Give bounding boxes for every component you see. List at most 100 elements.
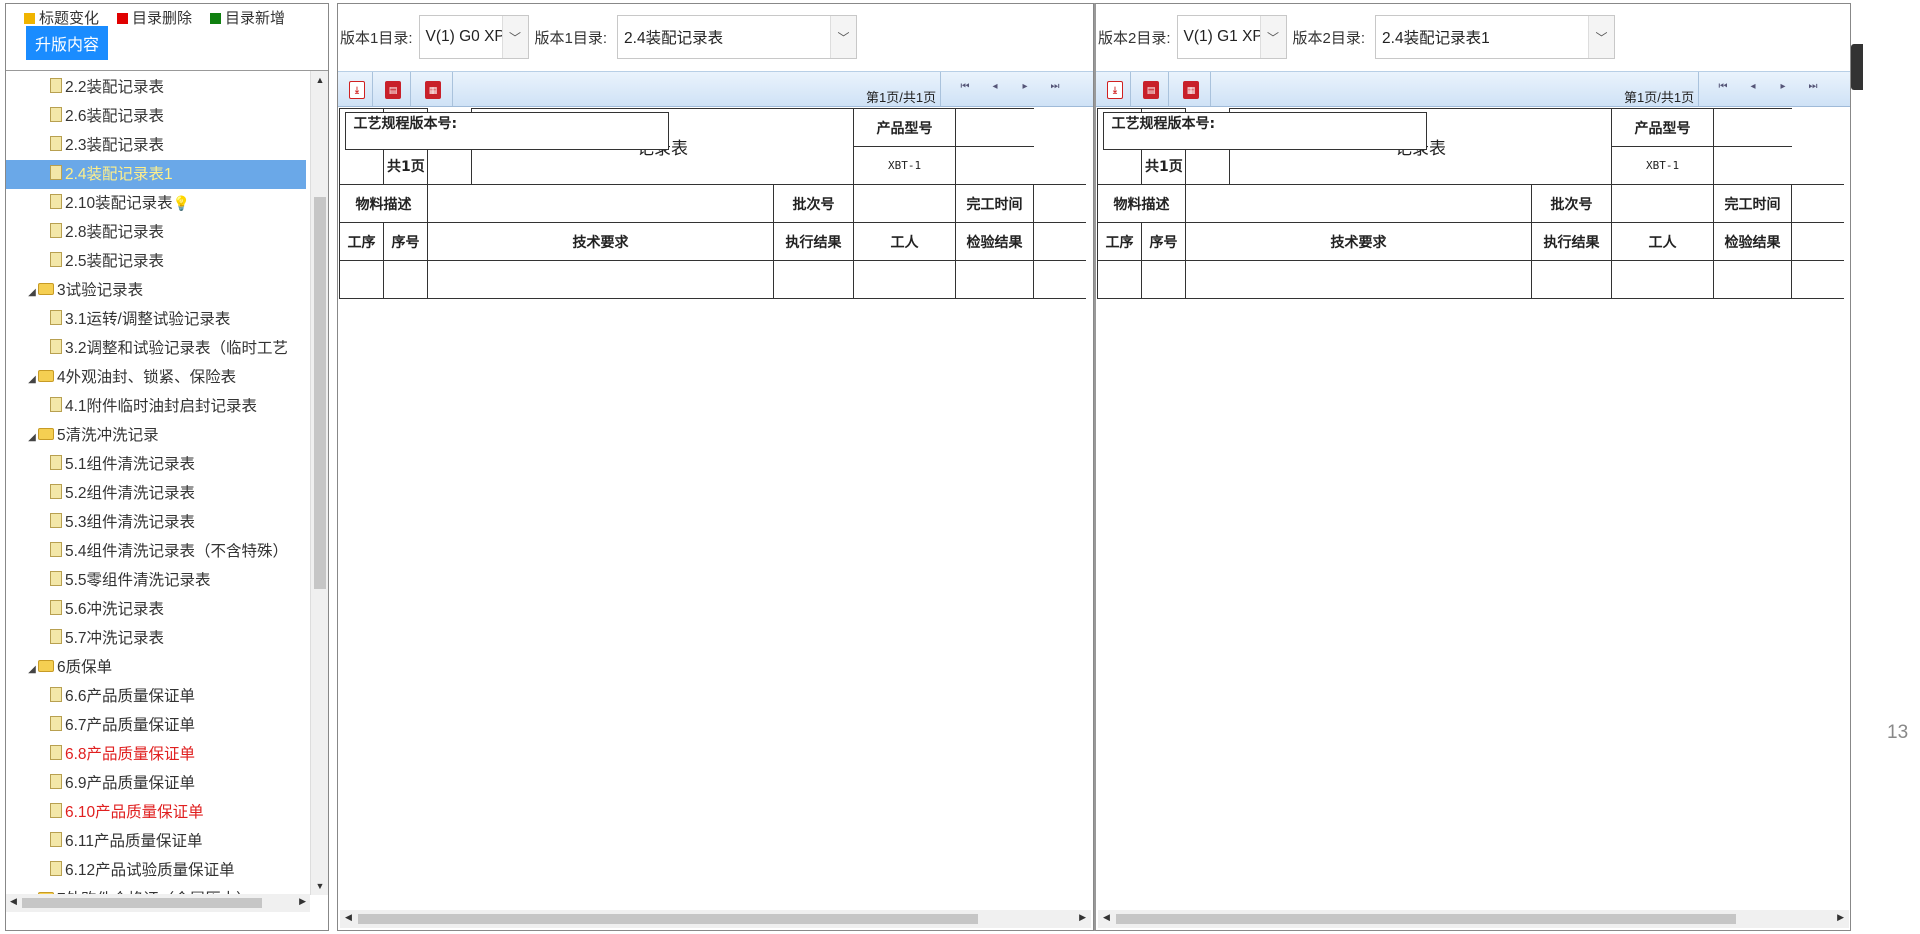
tree-file-item[interactable]: 5.5零组件清洗记录表 <box>6 566 306 595</box>
col-seq: 序号 <box>383 222 428 261</box>
sheet-material-row: 物料描述 批次号 完工时间 <box>1097 184 1844 223</box>
tree-file-item[interactable]: 5.4组件清洗记录表（不含特殊） <box>6 537 306 566</box>
chevron-down-icon[interactable]: ﹀ <box>830 16 857 58</box>
pane-header: 版本1目录: V(1) G0 XP( ﹀ 版本1目录: 2.4装配记录表 ﹀ <box>338 14 1093 60</box>
document-icon <box>50 165 62 181</box>
export-pdf-button[interactable]: ⤓ <box>1102 78 1128 102</box>
tree-item-label: 2.6装配记录表 <box>65 108 165 125</box>
tree-file-item[interactable]: 3.2调整和试验记录表（临时工艺 <box>6 334 306 363</box>
product-model-value: XBT-1 <box>1611 146 1715 185</box>
document-icon <box>50 803 62 819</box>
first-page-icon[interactable]: ⏮ <box>1714 81 1732 97</box>
document-icon <box>50 542 62 558</box>
tree-horizontal-scrollbar[interactable]: ◀ ▶ <box>6 894 310 912</box>
tree-file-item[interactable]: 5.2组件清洗记录表 <box>6 479 306 508</box>
expand-toggle-icon[interactable]: ◢ <box>26 365 38 394</box>
tree-item-label: 5.6冲洗记录表 <box>65 601 165 618</box>
sheet-data-row <box>339 260 1086 299</box>
next-page-icon[interactable]: ▸ <box>1774 81 1792 97</box>
cell <box>772 260 855 299</box>
document-icon <box>50 78 62 94</box>
tree-folder-item[interactable]: ◢ 5清洗冲洗记录 <box>6 421 306 450</box>
tree-file-item[interactable]: 2.4装配记录表1 <box>6 160 306 189</box>
legend-swatch-icon <box>24 13 35 25</box>
directory-select[interactable]: 2.4装配记录表 ﹀ <box>617 15 858 59</box>
scroll-right-icon[interactable]: ▶ <box>1837 912 1844 923</box>
pane-horizontal-scrollbar[interactable]: ◀ ▶ <box>1098 910 1849 928</box>
first-page-icon[interactable]: ⏮ <box>956 81 974 97</box>
version2-pane: 版本2目录: V(1) G1 XP( ﹀ 版本2目录: 2.4装配记录表1 ﹀ … <box>1094 3 1851 931</box>
upgrade-content-button[interactable]: 升版内容 <box>26 26 108 60</box>
tree-file-item[interactable]: 2.8装配记录表 <box>6 218 306 247</box>
print-button[interactable]: ▤ <box>380 78 406 102</box>
tree-file-item[interactable]: 5.6冲洗记录表 <box>6 595 306 624</box>
folder-icon <box>38 659 54 672</box>
tree-item-label: 4外观油封、锁紧、保险表 <box>57 369 237 386</box>
chevron-down-icon[interactable]: ﹀ <box>501 16 528 58</box>
tree-file-item[interactable]: 2.6装配记录表 <box>6 102 306 131</box>
scroll-up-icon[interactable]: ▲ <box>311 75 328 85</box>
col-process: 工序 <box>1097 222 1142 261</box>
tree-item-label: 6.10产品质量保证单 <box>65 804 204 821</box>
next-page-icon[interactable]: ▸ <box>1016 81 1034 97</box>
scroll-right-icon[interactable]: ▶ <box>1079 912 1086 923</box>
toolbar-divider <box>1130 72 1131 106</box>
tree-vertical-scrollbar[interactable]: ▲ ▼ <box>310 71 328 895</box>
tree-file-item[interactable]: 5.7冲洗记录表 <box>6 624 306 653</box>
pane-horizontal-scrollbar[interactable]: ◀ ▶ <box>340 910 1091 928</box>
tree-file-item[interactable]: 2.10装配记录表💡 <box>6 189 306 218</box>
tree-file-item[interactable]: 6.7产品质量保证单 <box>6 711 306 740</box>
document-icon <box>50 310 62 326</box>
scroll-right-icon[interactable]: ▶ <box>299 896 306 907</box>
scroll-thumb[interactable] <box>314 197 326 589</box>
print-button[interactable]: ▤ <box>1138 78 1164 102</box>
directory-select[interactable]: 2.4装配记录表1 ﹀ <box>1375 15 1616 59</box>
export-pdf-button[interactable]: ⤓ <box>344 78 370 102</box>
tree-file-item[interactable]: 6.8产品质量保证单 <box>6 740 306 769</box>
last-page-icon[interactable]: ⏭ <box>1804 81 1822 97</box>
tree-item-label: 5清洗冲洗记录 <box>57 427 159 444</box>
expand-toggle-icon[interactable]: ◢ <box>26 278 38 307</box>
tree-file-item[interactable]: 2.2装配记录表 <box>6 73 306 102</box>
tree-file-item[interactable]: 6.12产品试验质量保证单 <box>6 856 306 885</box>
chevron-down-icon[interactable]: ﹀ <box>1588 16 1615 58</box>
tree-file-item[interactable]: 6.11产品质量保证单 <box>6 827 306 856</box>
product-model-label: 产品型号 <box>853 108 957 147</box>
scroll-left-icon[interactable]: ◀ <box>345 912 352 923</box>
expand-toggle-icon[interactable]: ◢ <box>26 655 38 684</box>
print-preview-button[interactable]: ▦ <box>420 78 446 102</box>
scroll-left-icon[interactable]: ◀ <box>10 896 17 907</box>
tree-folder-item[interactable]: ◢ 6质保单 <box>6 653 306 682</box>
tree-folder-item[interactable]: ◢ 4外观油封、锁紧、保险表 <box>6 363 306 392</box>
tree-file-item[interactable]: 5.1组件清洗记录表 <box>6 450 306 479</box>
page-total-cell: 共1页 <box>1141 146 1186 185</box>
version-select[interactable]: V(1) G0 XP( ﹀ <box>418 15 529 59</box>
prev-page-icon[interactable]: ◂ <box>986 81 1004 97</box>
scroll-left-icon[interactable]: ◀ <box>1103 912 1110 923</box>
tree-file-item[interactable]: 6.10产品质量保证单 <box>6 798 306 827</box>
expand-toggle-icon[interactable]: ◢ <box>26 423 38 452</box>
version-select[interactable]: V(1) G1 XP( ﹀ <box>1176 15 1287 59</box>
tree-file-item[interactable]: 6.6产品质量保证单 <box>6 682 306 711</box>
report-toolbar: ⤓ ▤ ▦ 第1页/共1页 ⏮ ◂ ▸ ⏭ <box>1096 71 1850 107</box>
col-tech-req: 技术要求 <box>427 222 774 261</box>
tree-folder-item[interactable]: ◢ 3试验记录表 <box>6 276 306 305</box>
scroll-thumb[interactable] <box>358 914 978 924</box>
prev-page-icon[interactable]: ◂ <box>1744 81 1762 97</box>
tree-file-item[interactable]: 3.1运转/调整试验记录表 <box>6 305 306 334</box>
tree-file-item[interactable]: 2.5装配记录表 <box>6 247 306 276</box>
tree-file-item[interactable]: 2.3装配记录表 <box>6 131 306 160</box>
scroll-down-icon[interactable]: ▼ <box>311 881 328 891</box>
tree-file-item[interactable]: 5.3组件清洗记录表 <box>6 508 306 537</box>
chevron-down-icon[interactable]: ﹀ <box>1259 16 1286 58</box>
toolbar-divider <box>410 72 411 106</box>
print-preview-button[interactable]: ▦ <box>1178 78 1204 102</box>
side-handle[interactable] <box>1851 44 1863 90</box>
scroll-thumb[interactable] <box>1116 914 1736 924</box>
scroll-thumb[interactable] <box>22 898 262 908</box>
tree-file-item[interactable]: 6.9产品质量保证单 <box>6 769 306 798</box>
last-page-icon[interactable]: ⏭ <box>1046 81 1064 97</box>
toolbar-divider <box>452 72 453 106</box>
document-icon <box>50 774 62 790</box>
tree-file-item[interactable]: 4.1附件临时油封启封记录表 <box>6 392 306 421</box>
